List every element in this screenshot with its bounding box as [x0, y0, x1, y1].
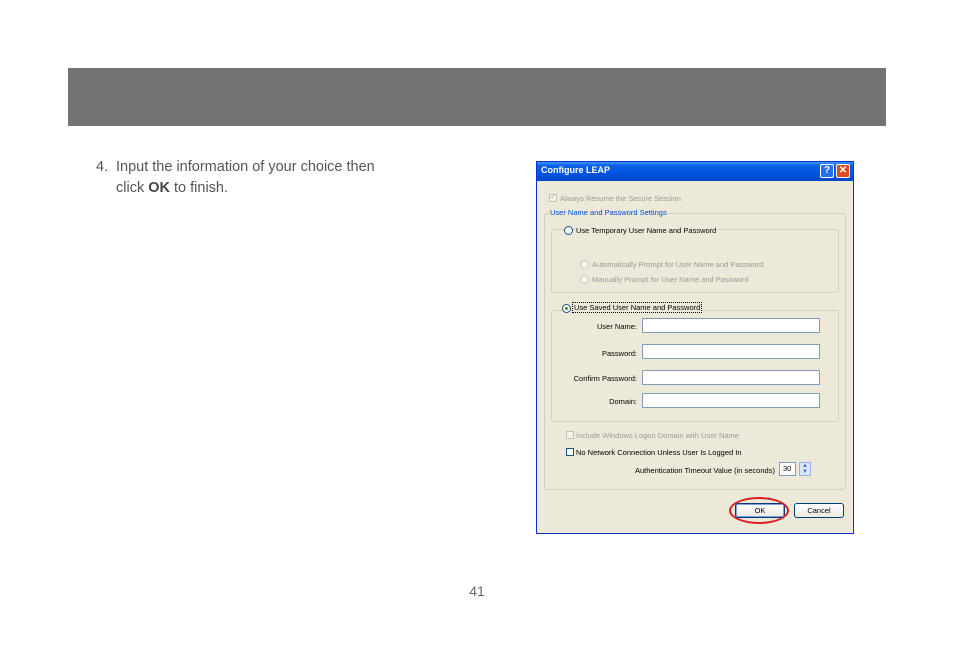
spin-down-icon[interactable]: ▼ [802, 469, 808, 475]
timeout-label: Authentication Timeout Value (in seconds… [635, 466, 775, 475]
instruction-line1: Input the information of your choice the… [116, 159, 375, 175]
page-number: 41 [469, 583, 485, 599]
include-domain-checkbox[interactable] [566, 431, 574, 439]
credentials-group-title: User Name and Password Settings [549, 208, 668, 217]
always-resume-checkbox[interactable]: ✓ [549, 192, 557, 202]
no-network-checkbox[interactable] [566, 448, 574, 456]
password-input[interactable] [642, 344, 820, 359]
manual-prompt-radio[interactable] [580, 275, 589, 284]
close-button[interactable]: ✕ [836, 164, 850, 178]
auto-prompt-radio[interactable] [580, 260, 589, 269]
saved-credentials-label: Use Saved User Name and Password [571, 302, 703, 313]
auto-prompt-label: Automatically Prompt for User Name and P… [592, 260, 764, 269]
confirm-password-input[interactable] [642, 370, 820, 385]
temporary-credentials-radio[interactable] [564, 226, 573, 235]
ok-keyword: OK [148, 180, 170, 196]
timeout-spinner[interactable]: ▲ ▼ [799, 462, 811, 476]
dialog-title: Configure LEAP [541, 165, 610, 175]
include-domain-label: Include Windows Logon Domain with User N… [576, 431, 739, 440]
header-band [68, 68, 886, 126]
timeout-input[interactable]: 30 [779, 462, 796, 476]
cancel-button[interactable]: Cancel [794, 503, 844, 518]
no-network-label: No Network Connection Unless User Is Log… [576, 448, 742, 457]
manual-prompt-label: Manually Prompt for User Name and Passwo… [592, 275, 749, 284]
title-bar: Configure LEAP ? ✕ [537, 162, 853, 181]
configure-leap-dialog: Configure LEAP ? ✕ ✓ Always Resume the S… [536, 161, 854, 534]
username-input[interactable] [642, 318, 820, 333]
password-label: Password: [601, 349, 637, 358]
saved-credentials-radio[interactable] [562, 304, 571, 313]
domain-label: Domain: [609, 397, 637, 406]
instruction-text: 4. Input the information of your choice t… [96, 157, 436, 199]
help-button[interactable]: ? [820, 164, 834, 178]
always-resume-label: Always Resume the Secure Session [560, 194, 681, 203]
instruction-line2-prefix: click [116, 180, 149, 196]
username-label: User Name: [596, 322, 637, 331]
confirm-password-label: Confirm Password: [573, 374, 637, 383]
domain-input[interactable] [642, 393, 820, 408]
instruction-line2-suffix: to finish. [169, 180, 229, 196]
step-number: 4. [96, 159, 109, 175]
ok-highlight-circle [729, 497, 789, 524]
temporary-credentials-label: Use Temporary User Name and Password [575, 226, 718, 235]
